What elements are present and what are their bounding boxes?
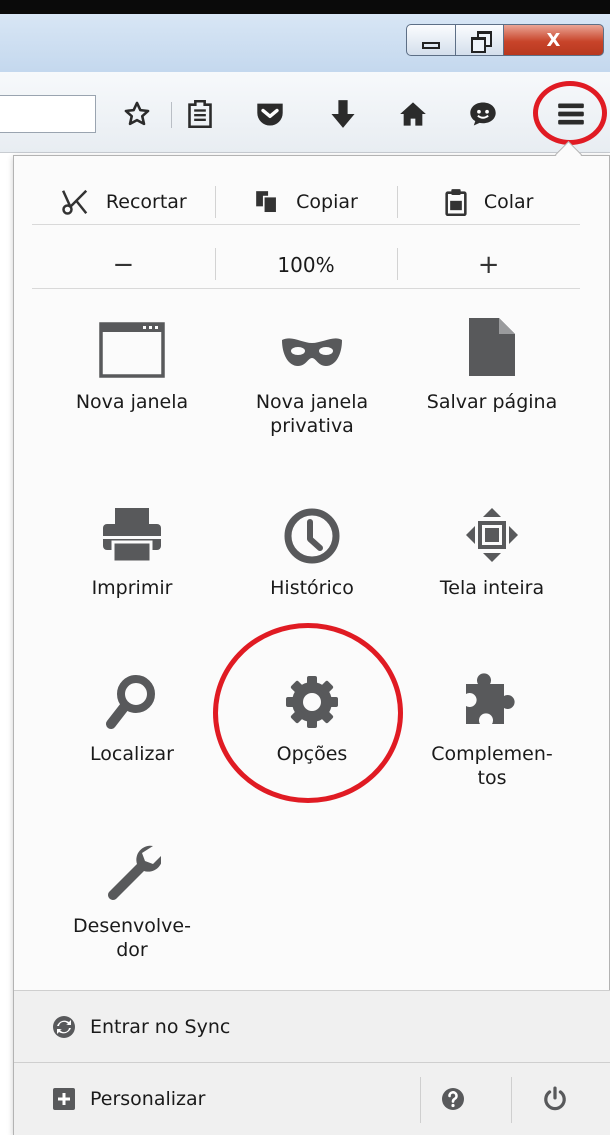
printer-icon xyxy=(103,508,161,564)
footer-separator xyxy=(420,1077,421,1123)
private-window-label: Nova janela privativa xyxy=(255,391,369,437)
menu-button-highlight xyxy=(533,81,607,145)
puzzle-piece-icon xyxy=(466,673,515,724)
zoom-in-button[interactable]: + xyxy=(397,242,580,288)
addons-label: Complemen-tos xyxy=(402,742,582,790)
window-icon xyxy=(99,322,165,378)
options-highlight xyxy=(213,623,403,803)
copy-icon xyxy=(256,191,278,214)
developer-label: Desenvolve-dor xyxy=(42,914,222,962)
new-window-button[interactable]: Nova janela xyxy=(42,298,222,414)
mask-icon xyxy=(282,338,342,366)
reading-list-icon[interactable] xyxy=(184,98,216,130)
pocket-icon[interactable] xyxy=(254,98,286,130)
help-icon xyxy=(442,1088,464,1110)
toolbar-separator xyxy=(171,102,172,128)
chat-icon[interactable] xyxy=(467,98,499,130)
sync-button[interactable]: Entrar no Sync xyxy=(14,990,610,1062)
customize-button[interactable]: Personalizar xyxy=(52,1087,205,1111)
restore-icon xyxy=(470,31,492,53)
search-input[interactable] xyxy=(0,95,96,133)
zoom-out-glyph: − xyxy=(112,250,135,280)
private-window-button[interactable]: Nova janela privativa xyxy=(222,298,402,438)
print-button[interactable]: Imprimir xyxy=(42,484,222,600)
zoom-level: 100% xyxy=(277,253,335,277)
home-icon[interactable] xyxy=(397,98,429,130)
print-label: Imprimir xyxy=(91,577,173,599)
paste-icon xyxy=(445,189,467,216)
footer-bar: Personalizar xyxy=(14,1062,610,1135)
navigation-toolbar xyxy=(0,72,610,153)
developer-button[interactable]: Desenvolve-dor xyxy=(42,822,222,962)
fullscreen-button[interactable]: Tela inteira xyxy=(402,484,582,600)
minimize-icon xyxy=(422,41,440,49)
new-window-label: Nova janela xyxy=(75,391,189,413)
zoom-reset-button[interactable]: 100% xyxy=(214,242,398,288)
history-button[interactable]: Histórico xyxy=(222,484,402,600)
zoom-out-button[interactable]: − xyxy=(32,242,215,288)
addons-text: Complemen-tos xyxy=(431,743,553,789)
scissors-icon xyxy=(61,189,88,215)
paste-button[interactable]: Colar xyxy=(397,180,580,224)
footer-separator xyxy=(511,1077,512,1123)
fullscreen-label: Tela inteira xyxy=(439,577,545,599)
sync-icon xyxy=(53,1015,75,1038)
quit-button[interactable] xyxy=(541,1085,569,1113)
find-button[interactable]: Localizar xyxy=(42,650,222,766)
close-button[interactable]: X xyxy=(504,24,604,56)
download-icon[interactable] xyxy=(327,98,359,130)
cut-button[interactable]: Recortar xyxy=(32,180,215,224)
paste-label: Colar xyxy=(483,191,534,213)
page-icon xyxy=(469,318,515,376)
history-label: Histórico xyxy=(270,577,354,599)
save-page-button[interactable]: Salvar página xyxy=(402,298,582,414)
zoom-controls: − 100% + xyxy=(32,242,580,289)
zoom-in-glyph: + xyxy=(477,250,500,280)
customize-label: Personalizar xyxy=(90,1088,206,1110)
copy-label: Copiar xyxy=(296,191,358,213)
restore-button[interactable] xyxy=(456,24,504,56)
copy-button[interactable]: Copiar xyxy=(214,180,398,224)
magnifier-icon xyxy=(106,675,155,729)
addons-button[interactable]: Complemen-tos xyxy=(402,650,582,790)
window-titlebar: X xyxy=(0,14,610,72)
plus-square-icon xyxy=(53,1088,75,1110)
clock-icon xyxy=(284,508,340,564)
help-button[interactable] xyxy=(439,1085,467,1113)
edit-controls: Recortar Copiar Colar xyxy=(32,180,580,225)
find-label: Localizar xyxy=(90,743,174,765)
bookmark-star-icon[interactable] xyxy=(121,98,153,130)
developer-text: Desenvolve-dor xyxy=(73,915,191,961)
wrench-icon xyxy=(108,845,161,900)
minimize-button[interactable] xyxy=(406,24,456,56)
fullscreen-icon xyxy=(466,508,518,562)
sync-label: Entrar no Sync xyxy=(90,1015,231,1038)
save-page-label: Salvar página xyxy=(426,391,558,413)
screen-top-edge xyxy=(0,0,610,14)
cut-label: Recortar xyxy=(105,191,187,213)
power-icon xyxy=(544,1086,566,1111)
